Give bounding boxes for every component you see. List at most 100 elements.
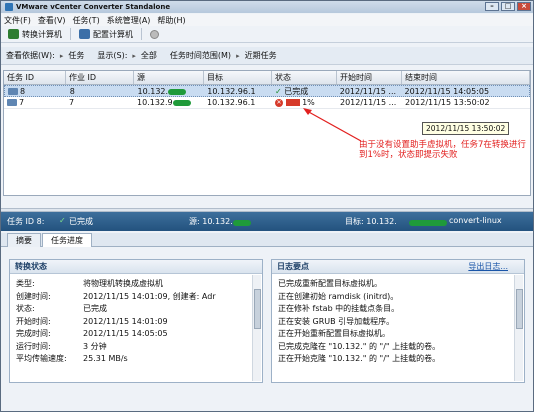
minimize-button[interactable]: – <box>485 2 499 11</box>
detail-tabs: 摘要 任务进度 <box>1 233 533 247</box>
col-target[interactable]: 目标 <box>204 71 272 84</box>
error-icon: ✕ <box>275 98 283 107</box>
field-finish-time: 完成时间: 2012/11/15 14:05:05 <box>16 329 168 338</box>
show-arrow-icon[interactable]: ▸ <box>132 52 136 60</box>
menu-admin[interactable]: 系统管理(A) <box>107 15 151 26</box>
col-end-time[interactable]: 结束时间 <box>402 71 530 84</box>
menu-task[interactable]: 任务(T) <box>73 15 100 26</box>
filter-bar: 查看依据(W): ▸ 任务 显示(S): ▸ 全部 任务时间范围(M) ▸ 近期… <box>1 47 533 65</box>
cell-task-id: 7 <box>4 97 66 108</box>
status-value: 已完成 <box>284 87 309 96</box>
log-line: 正在安装 GRUB 引导加载程序。 <box>278 316 395 326</box>
view-by-value[interactable]: 任务 <box>68 50 84 61</box>
close-button[interactable]: × <box>517 2 531 11</box>
task-detail-header: 任务 ID 8: ✓ 已完成 源: 10.132. 目标: 10.132. co… <box>1 212 533 231</box>
export-logs-link[interactable]: 导出日志... <box>468 260 508 274</box>
source-value: 10.132. <box>137 87 169 96</box>
toolbar: 转换计算机 配置计算机 <box>1 26 533 43</box>
toolbar-divider <box>70 28 71 40</box>
detail-target: 目标: 10.132. <box>345 217 397 226</box>
log-highlights-title: 日志要点 导出日志... <box>272 260 524 274</box>
log-scrollbar[interactable] <box>514 275 523 381</box>
cell-source: 10.132. <box>135 86 205 96</box>
view-by-arrow-icon[interactable]: ▸ <box>60 52 64 60</box>
tab-summary[interactable]: 摘要 <box>7 233 41 247</box>
conversion-status-panel: 转换状态 类型: 将物理机转换成虚拟机 创建时间: 2012/11/15 14:01… <box>9 259 263 383</box>
log-line: 正在开始重新配置目标虚拟机。 <box>278 329 390 338</box>
cell-target: 10.132.96.1 <box>207 98 256 107</box>
bottom-strip <box>1 389 533 411</box>
redaction-mark <box>168 88 187 95</box>
time-range-arrow-icon[interactable]: ▸ <box>236 52 240 60</box>
source-value: 10.132.9 <box>137 98 173 107</box>
cell-job-id: 8 <box>69 87 75 96</box>
annotation-text: 由于没有设置助手虚拟机，任务7在转换进行到1%时，状态即提示失败 <box>359 140 526 160</box>
detail-status: 已完成 <box>69 217 93 226</box>
time-range-label: 任务时间范围(M) <box>169 51 232 60</box>
log-highlights-panel: 日志要点 导出日志... 已完成重新配置目标虚拟机。 正在创建初始 ramdis… <box>271 259 525 383</box>
detail-target-suffix: convert-linux <box>449 216 502 225</box>
menu-bar: 文件(F) 查看(V) 任务(T) 系统管理(A) 帮助(H) <box>1 14 533 26</box>
configure-machine-label: 配置计算机 <box>93 29 133 39</box>
cell-status: ✕ 1% <box>272 97 337 108</box>
view-by-label: 查看依据(W): <box>6 51 55 60</box>
time-range-value[interactable]: 近期任务 <box>245 50 277 61</box>
cell-start-time: 2012/11/15 ... <box>340 98 397 107</box>
menu-file[interactable]: 文件(F) <box>4 15 31 26</box>
tooltip: 2012/11/15 13:50:02 <box>422 122 510 135</box>
scrollbar-thumb[interactable] <box>254 289 261 329</box>
field-created: 创建时间: 2012/11/15 14:01:09, 创建者: Adr <box>16 291 216 301</box>
col-source[interactable]: 源 <box>134 71 204 84</box>
configure-icon <box>79 29 90 39</box>
cell-task-id: 8 <box>5 86 67 96</box>
col-status[interactable]: 状态 <box>272 71 337 84</box>
log-line: 正在创建初始 ramdisk (initrd)。 <box>278 291 399 301</box>
redaction-mark <box>409 218 447 227</box>
col-task-id[interactable]: 任务 ID <box>4 71 66 84</box>
convert-machine-button[interactable]: 转换计算机 <box>4 28 66 41</box>
tab-task-progress[interactable]: 任务进度 <box>42 233 92 247</box>
toolbar-divider <box>141 28 142 40</box>
menu-view[interactable]: 查看(V) <box>38 15 66 26</box>
col-start-time[interactable]: 开始时间 <box>337 71 402 84</box>
field-type: 类型: 将物理机转换成虚拟机 <box>16 279 163 288</box>
check-icon: ✓ <box>275 87 282 96</box>
show-label: 显示(S): <box>97 51 128 60</box>
stop-button[interactable] <box>146 29 163 40</box>
cell-start-time: 2012/11/15 ... <box>339 87 397 96</box>
log-line: 已完成重新配置目标虚拟机。 <box>278 279 382 288</box>
menu-help[interactable]: 帮助(H) <box>157 15 185 26</box>
cell-status: ✓ 已完成 <box>272 86 337 96</box>
task-id-value: 7 <box>19 98 25 107</box>
app-icon <box>5 3 13 11</box>
convert-icon <box>8 29 19 39</box>
field-start-time: 开始时间: 2012/11/15 14:01:09 <box>16 316 168 326</box>
conversion-status-title: 转换状态 <box>10 260 262 274</box>
col-job-id[interactable]: 作业 ID <box>66 71 134 84</box>
field-run-time: 运行时间: 3 分钟 <box>16 341 107 351</box>
grid-header: 任务 ID 作业 ID 源 目标 状态 开始时间 结束时间 <box>4 71 530 85</box>
scrollbar-thumb[interactable] <box>516 289 523 329</box>
converter-window: VMware vCenter Converter Standalone – □ … <box>0 0 534 412</box>
log-line: 已完成克隆在 "10.132." 的 "/" 上挂载的卷。 <box>278 341 441 351</box>
show-value[interactable]: 全部 <box>141 50 157 61</box>
task-id-value: 8 <box>20 87 26 96</box>
configure-machine-button[interactable]: 配置计算机 <box>75 28 137 41</box>
redaction-mark <box>233 218 251 227</box>
window-title: VMware vCenter Converter Standalone <box>16 3 171 11</box>
log-line: 正在修补 fstab 中的挂载点条目。 <box>278 304 400 313</box>
check-icon: ✓ <box>59 216 66 225</box>
table-row[interactable]: 7 7 10.132.9 10.132.96.1 ✕ 1% 2012/11/15… <box>4 97 530 109</box>
log-line: 正在开始克隆 "10.132." 的 "/" 上挂载的卷。 <box>278 354 441 363</box>
maximize-button[interactable]: □ <box>501 2 515 11</box>
log-title-text: 日志要点 <box>277 262 309 271</box>
status-value: 1% <box>302 98 315 107</box>
window-controls: – □ × <box>485 2 531 11</box>
table-row[interactable]: 8 8 10.132. 10.132.96.1 ✓ 已完成 2012/11/15… <box>4 85 530 97</box>
redaction-mark <box>172 99 191 106</box>
cell-job-id: 7 <box>69 98 75 107</box>
field-avg-speed: 平均传输速度: 25.31 MB/s <box>16 354 128 363</box>
detail-task-label: 任务 ID 8: <box>7 217 45 226</box>
cell-target: 10.132.96.1 <box>207 87 256 96</box>
conversion-scrollbar[interactable] <box>252 275 261 381</box>
